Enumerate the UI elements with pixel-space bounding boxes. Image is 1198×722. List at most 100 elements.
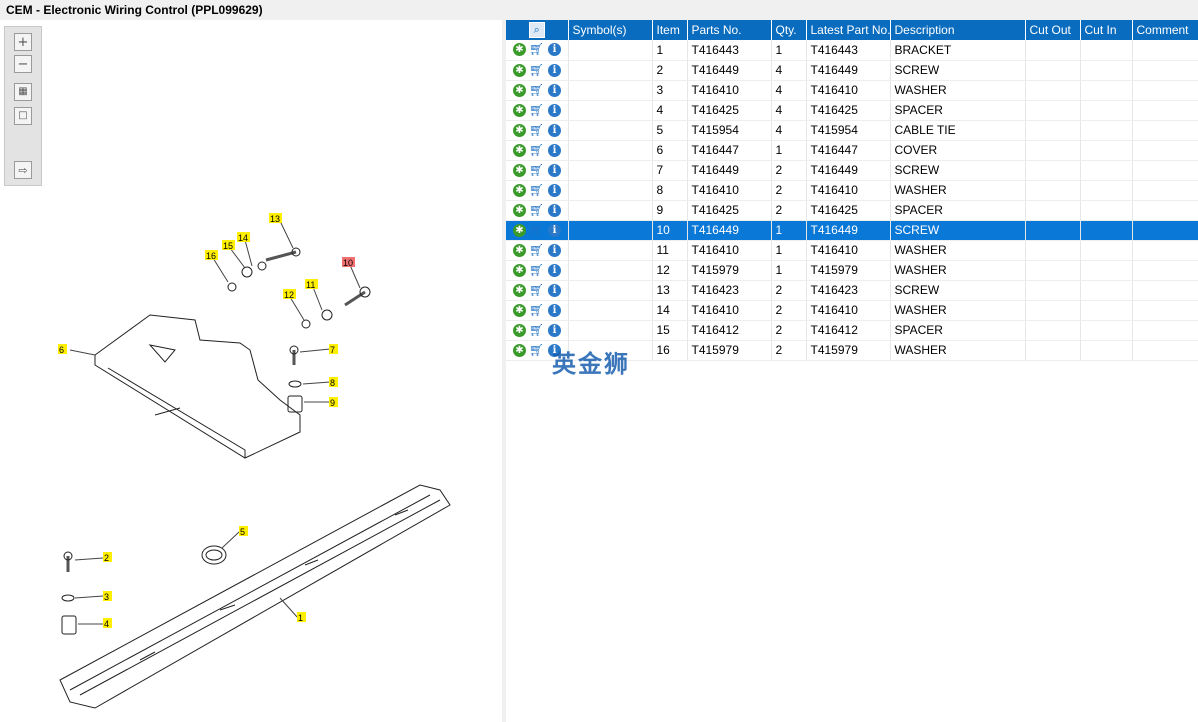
gear-icon[interactable]: ✱ [513,303,526,317]
description-cell: SPACER [890,200,1026,221]
export-icon[interactable]: ⇨ [14,161,32,179]
part-number-cell: T415954 [687,120,772,141]
gear-icon[interactable]: ✱ [513,143,526,157]
table-row[interactable]: ✱ 🛒︎ i 11 T416410 1 T416410 WASHER [506,240,1198,261]
table-row[interactable]: ✱ 🛒︎ i 8 T416410 2 T416410 WASHER [506,180,1198,201]
table-row[interactable]: ✱ 🛒︎ i 3 T416410 4 T416410 WASHER [506,80,1198,101]
gear-icon[interactable]: ✱ [513,43,526,57]
cart-icon[interactable]: 🛒︎ [529,263,545,277]
gear-icon[interactable]: ✱ [513,183,526,197]
info-icon[interactable]: i [548,63,561,77]
row-actions: ✱ 🛒︎ i [506,200,569,221]
gear-icon[interactable]: ✱ [513,83,526,97]
info-icon[interactable]: i [548,83,561,97]
description-cell: WASHER [890,80,1026,101]
parts-diagram[interactable]: 13 14 15 16 10 11 12 6 7 8 9 5 2 3 4 1 [0,180,502,720]
table-row[interactable]: ✱ 🛒︎ i 13 T416423 2 T416423 SCREW [506,280,1198,301]
info-icon[interactable]: i [548,223,561,237]
table-row[interactable]: ✱ 🛒︎ i 5 T415954 4 T415954 CABLE TIE [506,120,1198,141]
cart-icon[interactable]: 🛒︎ [529,63,545,77]
gear-icon[interactable]: ✱ [513,343,526,357]
header-search-icon[interactable]: ⌕ [506,20,569,40]
info-icon[interactable]: i [548,263,561,277]
gear-icon[interactable]: ✱ [513,223,526,237]
info-icon[interactable]: i [548,163,561,177]
cart-icon[interactable]: 🛒︎ [529,183,545,197]
info-icon[interactable]: i [548,283,561,297]
column-header-description[interactable]: Description [890,20,1026,40]
comment-cell [1132,200,1198,221]
table-row[interactable]: ✱ 🛒︎ i 7 T416449 2 T416449 SCREW [506,160,1198,181]
gear-icon[interactable]: ✱ [513,263,526,277]
svg-text:2: 2 [104,553,109,563]
cart-icon[interactable]: 🛒︎ [529,243,545,257]
cart-icon[interactable]: 🛒︎ [529,103,545,117]
cart-icon[interactable]: 🛒︎ [529,303,545,317]
item-cell: 11 [652,240,688,261]
info-icon[interactable]: i [548,203,561,217]
part-number-cell: T416449 [687,220,772,241]
column-header-latest-part-no[interactable]: Latest Part No. [806,20,891,40]
info-icon[interactable]: i [548,303,561,317]
gear-icon[interactable]: ✱ [513,203,526,217]
cart-icon[interactable]: 🛒︎ [529,83,545,97]
fit-icon[interactable]: ▦ [14,83,32,101]
cart-icon[interactable]: 🛒︎ [529,163,545,177]
table-row[interactable]: ✱ 🛒︎ i 10 T416449 1 T416449 SCREW [506,220,1198,241]
table-row[interactable]: ✱ 🛒︎ i 12 T415979 1 T415979 WASHER [506,260,1198,281]
column-header-item[interactable]: Item [652,20,688,40]
actual-size-icon[interactable]: □ [14,107,32,125]
gear-icon[interactable]: ✱ [513,123,526,137]
latest-part-cell: T415979 [806,340,891,361]
cart-icon[interactable]: 🛒︎ [529,223,545,237]
info-icon[interactable]: i [548,123,561,137]
cart-icon[interactable]: 🛒︎ [529,283,545,297]
cart-icon[interactable]: 🛒︎ [529,323,545,337]
column-header-cut-out[interactable]: Cut Out [1025,20,1081,40]
column-header-symbols[interactable]: Symbol(s) [568,20,653,40]
table-row[interactable]: ✱ 🛒︎ i 1 T416443 1 T416443 BRACKET [506,40,1198,61]
cart-icon[interactable]: 🛒︎ [529,203,545,217]
gear-icon[interactable]: ✱ [513,323,526,337]
column-header-cut-in[interactable]: Cut In [1080,20,1133,40]
info-icon[interactable]: i [548,183,561,197]
gear-icon[interactable]: ✱ [513,243,526,257]
table-row[interactable]: ✱ 🛒︎ i 4 T416425 4 T416425 SPACER [506,100,1198,121]
gear-icon[interactable]: ✱ [513,103,526,117]
column-header-comment[interactable]: Comment [1132,20,1198,40]
gear-icon[interactable]: ✱ [513,63,526,77]
diagram-pane[interactable]: + − ▦ □ ⇨ 13 14 15 16 10 11 12 6 7 8 9 5… [0,20,502,722]
gear-icon[interactable]: ✱ [513,163,526,177]
table-row[interactable]: ✱ 🛒︎ i 9 T416425 2 T416425 SPACER [506,200,1198,221]
column-header-parts-no[interactable]: Parts No. [687,20,772,40]
table-row[interactable]: ✱ 🛒︎ i 15 T416412 2 T416412 SPACER [506,320,1198,341]
zoom-in-icon[interactable]: + [14,33,32,51]
description-cell: SCREW [890,220,1026,241]
part-number-cell: T416412 [687,320,772,341]
info-icon[interactable]: i [548,43,561,57]
cart-icon[interactable]: 🛒︎ [529,343,545,357]
info-icon[interactable]: i [548,323,561,337]
item-cell: 15 [652,320,688,341]
table-row[interactable]: ✱ 🛒︎ i 2 T416449 4 T416449 SCREW [506,60,1198,81]
column-header-qty[interactable]: Qty. [771,20,807,40]
item-cell: 1 [652,40,688,61]
svg-text:7: 7 [330,345,335,355]
symbol-cell [568,220,653,241]
gear-icon[interactable]: ✱ [513,283,526,297]
latest-part-cell: T416410 [806,180,891,201]
table-row[interactable]: ✱ 🛒︎ i 14 T416410 2 T416410 WASHER [506,300,1198,321]
svg-text:14: 14 [238,233,248,243]
table-row[interactable]: ✱ 🛒︎ i 6 T416447 1 T416447 COVER [506,140,1198,161]
info-icon[interactable]: i [548,243,561,257]
description-cell: WASHER [890,300,1026,321]
cut-in-cell [1080,120,1133,141]
cart-icon[interactable]: 🛒︎ [529,123,545,137]
part-number-cell: T416425 [687,200,772,221]
row-actions: ✱ 🛒︎ i [506,100,569,121]
info-icon[interactable]: i [548,103,561,117]
cart-icon[interactable]: 🛒︎ [529,143,545,157]
zoom-out-icon[interactable]: − [14,55,32,73]
cart-icon[interactable]: 🛒︎ [529,43,545,56]
info-icon[interactable]: i [548,143,561,157]
